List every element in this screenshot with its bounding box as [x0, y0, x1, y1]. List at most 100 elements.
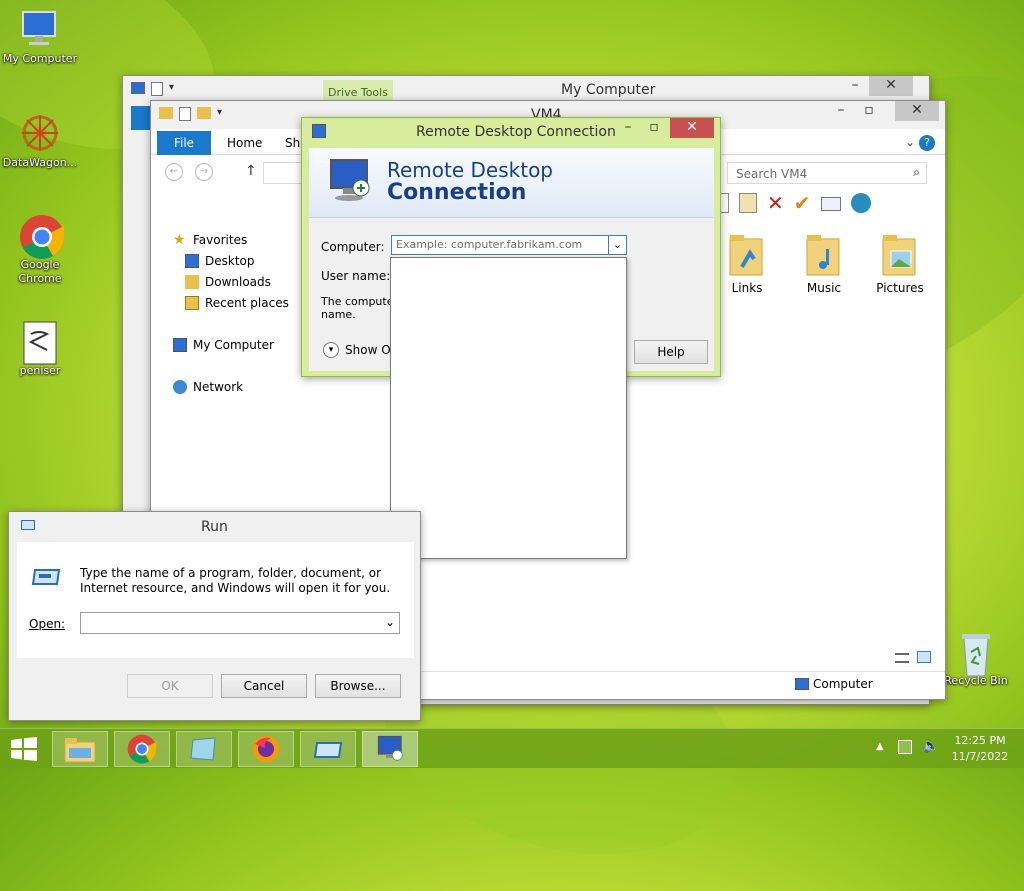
computer-small-icon — [131, 82, 145, 94]
close-button[interactable]: ✕ — [869, 76, 913, 96]
command-toolbar: ✕ ✔ — [711, 193, 871, 221]
help-button[interactable]: Help — [634, 340, 708, 364]
expand-ribbon-icon[interactable]: ⌄ — [905, 135, 915, 149]
taskbar-remote-desktop[interactable] — [362, 731, 418, 767]
maximize-button[interactable]: ▫ — [855, 101, 883, 121]
nav-label: Desktop — [205, 254, 255, 268]
clock[interactable]: 12:25 PM 11/7/2022 — [950, 733, 1010, 765]
folder-label: Pictures — [876, 281, 924, 295]
taskbar-app-glass[interactable] — [176, 731, 232, 767]
desktop-icon-label: Recycle Bin — [944, 674, 1008, 687]
help-icon[interactable]: ? — [919, 135, 935, 151]
new-folder-icon[interactable] — [197, 107, 211, 119]
open-combobox[interactable]: ⌄ — [80, 612, 400, 634]
desktop-icon — [185, 254, 199, 268]
run-dialog[interactable]: Run Type the name of a program, folder, … — [8, 511, 421, 721]
desktop-icon-datawagon[interactable]: DataWagon... — [0, 112, 80, 170]
clock-time: 12:25 PM — [954, 734, 1006, 747]
window-title: Remote Desktop Connection — [416, 124, 616, 140]
dropdown-arrow-icon[interactable]: ▾ — [169, 82, 174, 96]
cancel-button[interactable]: Cancel — [221, 674, 307, 698]
computer-input[interactable]: Example: computer.fabrikam.com — [396, 238, 582, 251]
large-icons-view-icon[interactable] — [917, 651, 931, 663]
address-bar[interactable] — [263, 162, 303, 184]
tab-file[interactable]: File — [157, 131, 211, 155]
folder-pictures[interactable]: Pictures — [870, 233, 930, 295]
properties-icon[interactable] — [179, 107, 191, 121]
details-view-icon[interactable] — [895, 653, 909, 663]
desktop-icon-google-chrome[interactable]: Google Chrome — [0, 214, 80, 286]
nav-label: Favorites — [193, 233, 248, 247]
volume-icon[interactable]: 🔈 — [922, 738, 939, 754]
rdc-info-text2: name. — [321, 308, 356, 321]
tab-home[interactable]: Home — [227, 136, 262, 150]
back-button[interactable]: ← — [165, 163, 183, 181]
check-icon[interactable]: ✔ — [794, 193, 811, 221]
star-icon: ★ — [173, 232, 186, 248]
globe-icon[interactable] — [850, 193, 871, 213]
nav-label: Downloads — [205, 275, 271, 289]
minimize-button[interactable]: – — [827, 101, 855, 121]
open-label: Open: — [29, 617, 66, 631]
delete-icon[interactable]: ✕ — [767, 193, 784, 221]
properties-icon[interactable] — [151, 82, 163, 96]
taskbar-file-explorer[interactable] — [52, 731, 108, 767]
close-button[interactable]: ✕ — [895, 101, 939, 121]
nav-my-computer[interactable]: My Computer — [173, 336, 274, 354]
rdc-titlebar[interactable]: Remote Desktop Connection – ▫ ✕ — [302, 118, 720, 146]
nav-label: Recent places — [205, 296, 289, 310]
folder-small-icon — [159, 107, 173, 119]
folder-music[interactable]: Music — [794, 233, 854, 295]
nav-desktop[interactable]: Desktop — [185, 252, 255, 270]
rdc-info-text: The computer — [321, 295, 399, 308]
run-titlebar[interactable]: Run — [9, 512, 420, 542]
recycle-bin-icon — [955, 630, 997, 677]
folder-label: Music — [806, 281, 842, 295]
start-button[interactable] — [10, 737, 38, 761]
chevron-down-icon[interactable]: ⌄ — [385, 615, 395, 629]
folder-label: Links — [731, 281, 763, 295]
up-button[interactable]: ↑ — [245, 163, 257, 179]
file-explorer-icon — [64, 738, 96, 763]
network-tray-icon[interactable] — [898, 740, 912, 754]
rename-icon[interactable] — [820, 197, 841, 211]
search-box[interactable]: Search VM4 ⌕ — [727, 162, 927, 184]
nav-recent-places[interactable]: Recent places — [185, 294, 289, 312]
desktop-icon-recycle-bin[interactable]: Recycle Bin — [936, 630, 1016, 688]
ok-button[interactable]: OK — [127, 674, 213, 698]
desktop-icon-label: My Computer — [2, 52, 78, 65]
computer-dropdown-list[interactable] — [390, 257, 627, 559]
dropdown-arrow-icon[interactable]: ▾ — [217, 107, 222, 121]
rdc-small-icon — [312, 124, 326, 138]
expand-circle-icon: ▾ — [323, 342, 339, 358]
maximize-button[interactable]: ▫ — [640, 118, 668, 138]
folder-links[interactable]: Links — [717, 233, 777, 295]
tray-overflow-icon[interactable]: ▲ — [876, 741, 884, 752]
datawagon-icon — [19, 112, 61, 154]
window-glass-icon — [190, 737, 216, 761]
run-small-icon — [21, 520, 35, 530]
paste-icon[interactable] — [739, 193, 757, 213]
computer-combobox[interactable]: Example: computer.fabrikam.com ⌄ — [391, 235, 627, 255]
taskbar-chrome[interactable] — [114, 731, 170, 767]
browse-button[interactable]: Browse... — [315, 674, 401, 698]
rdc-banner-line1: Remote Desktop — [387, 158, 554, 182]
minimize-button[interactable]: – — [614, 118, 642, 138]
quick-access-toolbar[interactable]: ▾ — [131, 82, 174, 96]
run-description: Type the name of a program, folder, docu… — [80, 566, 391, 595]
taskbar-run[interactable] — [300, 731, 356, 767]
nav-network[interactable]: Network — [173, 378, 243, 396]
search-placeholder: Search VM4 — [736, 167, 808, 181]
chevron-down-icon[interactable]: ⌄ — [608, 236, 626, 254]
quick-access-toolbar[interactable]: ▾ — [159, 107, 222, 121]
nav-downloads[interactable]: Downloads — [185, 273, 271, 291]
desktop-icon-peniser[interactable]: peniser — [0, 320, 80, 378]
close-button[interactable]: ✕ — [670, 118, 714, 138]
window-title: My Computer — [561, 82, 656, 98]
taskbar-firefox[interactable] — [238, 731, 294, 767]
clock-date: 11/7/2022 — [951, 750, 1009, 763]
rdc-banner: Remote Desktop Connection — [309, 148, 714, 218]
desktop-icon-my-computer[interactable]: My Computer — [0, 8, 80, 66]
forward-button[interactable]: → — [195, 163, 213, 181]
nav-favorites[interactable]: ★ Favorites — [173, 231, 247, 249]
